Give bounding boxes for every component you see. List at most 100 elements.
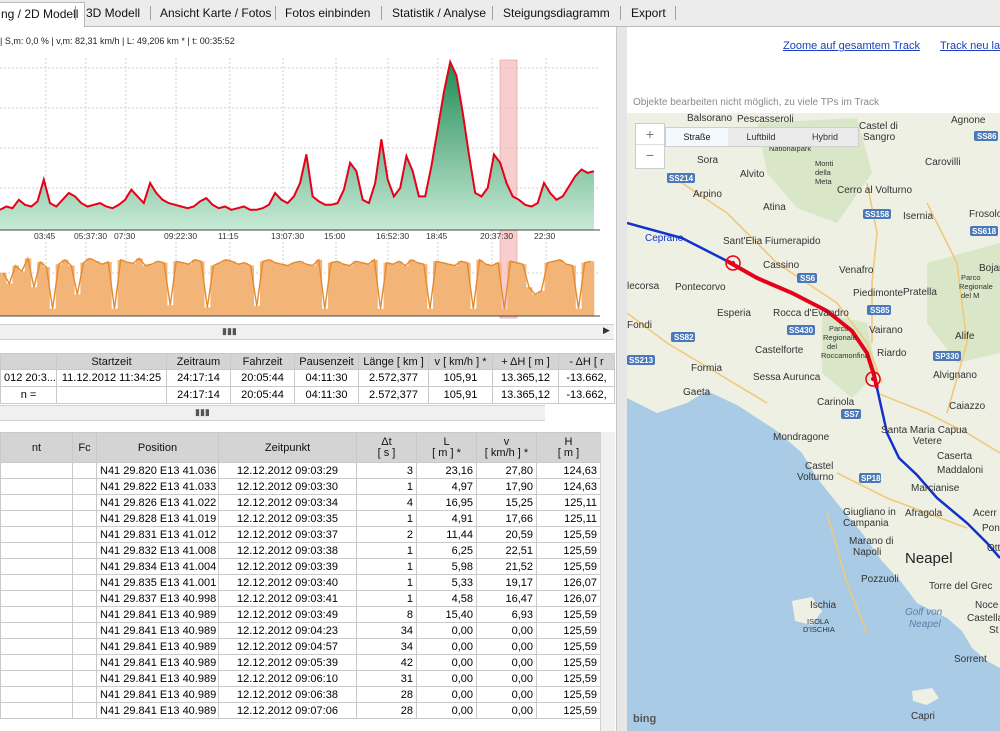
table-row[interactable]: N41 29.841 E13 40.989 12.12.2012 09:04:23… [0, 622, 601, 639]
table-row[interactable]: N41 29.822 E13 41.033 12.12.2012 09:03:30… [0, 478, 601, 495]
scroll-right-icon[interactable]: ▶ [603, 325, 610, 336]
altitude-bar [457, 261, 465, 316]
column-header-descent[interactable]: - ΔH [ r [558, 353, 615, 370]
column-header-timestamp[interactable]: Zeitpunkt [218, 432, 357, 463]
points-table-scroll-track[interactable] [600, 432, 615, 731]
scroll-grip-icon[interactable]: ▮▮▮ [222, 326, 237, 337]
table-row[interactable]: N41 29.828 E13 41.019 12.12.2012 09:03:35… [0, 510, 601, 527]
table-cell [72, 638, 97, 655]
svg-text:SS82: SS82 [674, 333, 694, 342]
table-row[interactable]: N41 29.837 E13 40.998 12.12.2012 09:03:41… [0, 590, 601, 607]
column-header-height[interactable]: H [ m ] [536, 432, 601, 463]
table-row[interactable]: N41 29.841 E13 40.989 12.12.2012 09:06:10… [0, 670, 601, 687]
table-cell: 12.12.2012 09:04:57 [218, 638, 357, 655]
svg-text:Isernia: Isernia [903, 211, 933, 222]
column-header[interactable] [0, 353, 57, 370]
altitude-bar [556, 259, 564, 316]
table-row[interactable]: N41 29.820 E13 41.036 12.12.2012 09:03:29… [0, 462, 601, 479]
column-header-delta-t[interactable]: Δt [ s ] [356, 432, 417, 463]
speed-altitude-chart[interactable]: 03:45 05:37:30 07:30 09:22:30 11:15 13:07:30 1… [0, 48, 614, 320]
table-cell: 0,00 [476, 702, 537, 719]
altitude-bar [439, 262, 446, 316]
table-cell: 125,11 [536, 494, 601, 511]
table-row[interactable]: N41 29.835 E13 41.001 12.12.2012 09:03:40… [0, 574, 601, 591]
svg-text:Castelforte: Castelforte [755, 345, 804, 356]
tab-separator [75, 6, 76, 20]
svg-text:Atina: Atina [763, 202, 786, 213]
table-cell [72, 590, 97, 607]
table-cell: 1 [356, 478, 417, 495]
tab-3d-model[interactable]: 3D Modell [86, 4, 140, 24]
table-row[interactable]: N41 29.841 E13 40.989 12.12.2012 09:04:57… [0, 638, 601, 655]
svg-text:Agnone: Agnone [951, 115, 986, 126]
cell: n = [0, 386, 57, 404]
reload-track-link[interactable]: Track neu lad [940, 40, 1000, 52]
table-row[interactable]: N41 29.841 E13 40.989 12.12.2012 09:05:39… [0, 654, 601, 671]
summary-scrollbar[interactable]: ▮▮▮ [0, 405, 545, 421]
table-cell: 27,80 [476, 462, 537, 479]
column-header-length[interactable]: Länge [ km ] [358, 353, 429, 370]
map-type-hybrid-button[interactable]: Hybrid [794, 128, 856, 146]
altitude-bar [334, 261, 341, 316]
svg-text:Sorrent: Sorrent [954, 654, 987, 665]
table-cell: N41 29.834 E13 41.004 [96, 558, 219, 575]
table-row[interactable]: N41 29.834 E13 41.004 12.12.2012 09:03:39… [0, 558, 601, 575]
map-canvas[interactable]: Balsorano Pescasseroli Castel di Sangro … [627, 113, 1000, 731]
zoom-out-button[interactable]: − [636, 145, 664, 165]
tab-statistics[interactable]: Statistik / Analyse [392, 4, 486, 24]
scroll-grip-icon[interactable]: ▮▮▮ [195, 407, 210, 418]
table-cell: 0,00 [416, 686, 477, 703]
altitude-bar [488, 265, 496, 316]
tab-2d-model[interactable]: ng / 2D Modell [0, 2, 86, 27]
column-header-speed[interactable]: v [ km/h ] * [428, 353, 493, 370]
cell: 04:11:30 [294, 386, 359, 404]
time-tick-label: 13:07:30 [271, 231, 304, 241]
map-type-road-button[interactable]: Straße [666, 128, 728, 146]
summary-total-row[interactable]: n = 24:17:14 20:05:44 04:11:30 2.572,377… [0, 386, 615, 404]
column-header-pause-time[interactable]: Pausenzeit [294, 353, 359, 370]
table-row[interactable]: N41 29.841 E13 40.989 12.12.2012 09:07:06… [0, 702, 601, 719]
column-header-position[interactable]: Position [96, 432, 219, 463]
chart-scrollbar[interactable]: ▮▮▮ ▶ [0, 324, 614, 340]
column-header-speed[interactable]: v [ km/h ] * [476, 432, 537, 463]
table-cell: 12.12.2012 09:03:38 [218, 542, 357, 559]
tab-embed-photos[interactable]: Fotos einbinden [285, 4, 370, 24]
zoom-all-link[interactable]: Zoome auf gesamtem Track [783, 40, 920, 52]
column-header-length[interactable]: L [ m ] * [416, 432, 477, 463]
map-type-aerial-button[interactable]: Luftbild [730, 128, 792, 146]
table-cell [72, 478, 97, 495]
table-row[interactable]: N41 29.832 E13 41.008 12.12.2012 09:03:38… [0, 542, 601, 559]
table-cell: 125,59 [536, 654, 601, 671]
svg-text:Arpino: Arpino [693, 189, 722, 200]
column-header-period[interactable]: Zeitraum [166, 353, 231, 370]
svg-text:della: della [815, 168, 832, 177]
table-cell: 0,00 [416, 670, 477, 687]
altitude-bar [253, 305, 261, 316]
table-cell: 124,63 [536, 462, 601, 479]
table-row[interactable]: N41 29.841 E13 40.989 12.12.2012 09:03:49… [0, 606, 601, 623]
map-view[interactable]: Balsorano Pescasseroli Castel di Sangro … [627, 113, 1000, 731]
column-header-start-time[interactable]: Startzeit [56, 353, 167, 370]
svg-text:Monti: Monti [815, 159, 834, 168]
summary-row[interactable]: 012 20:3... 11.12.2012 11:34:25 24:17:14… [0, 369, 615, 387]
table-row[interactable]: N41 29.841 E13 40.989 12.12.2012 09:06:38… [0, 686, 601, 703]
cell: 13.365,12 [492, 369, 559, 387]
tab-map-photos[interactable]: Ansicht Karte / Fotos [160, 4, 271, 24]
table-row[interactable]: N41 29.826 E13 41.022 12.12.2012 09:03:34… [0, 494, 601, 511]
svg-text:SP330: SP330 [935, 352, 960, 361]
altitude-bar [327, 262, 335, 316]
column-header-ascent[interactable]: + ΔH [ m ] [492, 353, 559, 370]
altitude-bar [179, 262, 186, 316]
table-row[interactable]: N41 29.831 E13 41.012 12.12.2012 09:03:37… [0, 526, 601, 543]
column-header-ride-time[interactable]: Fahrzeit [230, 353, 295, 370]
zoom-in-button[interactable]: + [636, 124, 664, 145]
svg-text:Cassino: Cassino [763, 260, 800, 271]
tab-gradient-chart[interactable]: Steigungsdiagramm [503, 4, 610, 24]
table-cell: 34 [356, 638, 417, 655]
column-header-fc[interactable]: Fc [72, 432, 97, 463]
table-cell: 4,91 [416, 510, 477, 527]
tab-export[interactable]: Export [631, 4, 666, 24]
svg-text:Acerr: Acerr [973, 508, 998, 519]
altitude-bar [0, 272, 7, 316]
column-header-point[interactable]: nt [0, 432, 73, 463]
